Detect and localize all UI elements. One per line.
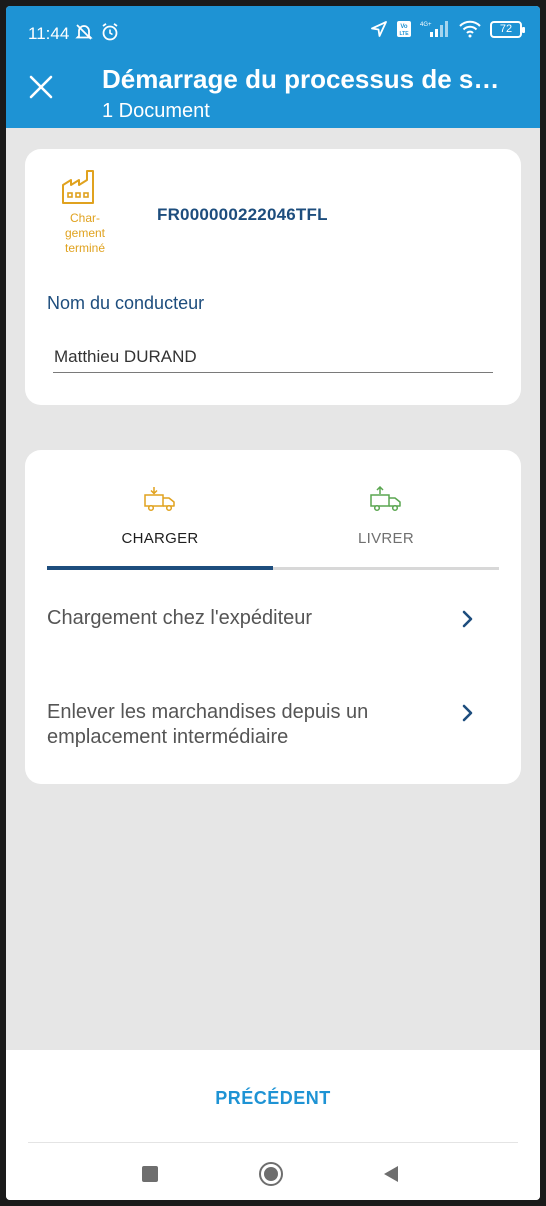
tab-label-charger: CHARGER <box>121 530 199 547</box>
footer: PRÉCÉDENT <box>6 1050 540 1200</box>
truck-unload-icon <box>370 486 401 512</box>
status-right-icons: Vo LTE 4G+ 72 <box>370 20 525 38</box>
previous-button[interactable]: PRÉCÉDENT <box>173 1080 373 1116</box>
chevron-right-icon <box>462 704 473 722</box>
action-label: Chargement chez l'expéditeur <box>47 607 313 629</box>
close-icon[interactable] <box>26 72 56 102</box>
driver-name-input[interactable] <box>53 341 493 373</box>
status-bar: 11:44 Vo LTE 4G+ 72 <box>6 6 540 58</box>
wifi-icon <box>459 20 481 38</box>
back-icon[interactable] <box>382 1164 400 1184</box>
factory-icon <box>62 170 94 204</box>
svg-text:Vo: Vo <box>400 24 408 30</box>
phone-screen: 11:44 Vo LTE 4G+ 72 Démarrage du process… <box>6 6 540 1200</box>
action-label: Enlever les marchandises depuis un empla… <box>47 701 369 748</box>
page-subtitle: 1 Document <box>102 100 210 122</box>
chevron-right-icon <box>462 610 473 628</box>
mute-bell-icon <box>75 24 93 40</box>
status-time: 11:44 <box>28 24 70 43</box>
system-nav-bar <box>6 1150 540 1200</box>
document-id: FR000000222046TFL <box>157 205 328 224</box>
driver-label: Nom du conducteur <box>47 293 205 313</box>
status-left-icons <box>74 22 120 42</box>
home-icon[interactable] <box>259 1162 283 1186</box>
truck-load-icon <box>144 487 175 512</box>
tab-label-livrer: LIVRER <box>358 530 414 547</box>
tab-active-indicator <box>47 566 273 570</box>
location-arrow-icon <box>371 21 387 37</box>
action-pickup-intermediate[interactable]: Enlever les marchandises depuis un empla… <box>47 700 499 756</box>
tab-livrer[interactable]: LIVRER <box>273 486 499 570</box>
volte-icon: Vo LTE <box>397 21 411 37</box>
process-card: CHARGER LIVRER Chargement chez l'expédit… <box>25 450 521 784</box>
recent-apps-icon[interactable] <box>142 1166 158 1182</box>
status-label: Char- gement terminé <box>64 211 106 255</box>
alarm-icon <box>102 23 118 41</box>
footer-divider <box>28 1142 518 1143</box>
signal-4g-icon: 4G+ <box>420 21 448 37</box>
svg-text:LTE: LTE <box>399 31 409 37</box>
svg-text:4G+: 4G+ <box>420 22 432 28</box>
battery-icon: 72 <box>490 20 525 38</box>
page-title: Démarrage du processus de si… <box>102 64 502 94</box>
app-bar: Démarrage du processus de si… 1 Document <box>6 58 540 128</box>
action-loading-at-shipper[interactable]: Chargement chez l'expéditeur <box>47 606 499 646</box>
document-card: Char- gement terminé FR000000222046TFL N… <box>25 149 521 405</box>
tab-charger[interactable]: CHARGER <box>47 486 273 570</box>
